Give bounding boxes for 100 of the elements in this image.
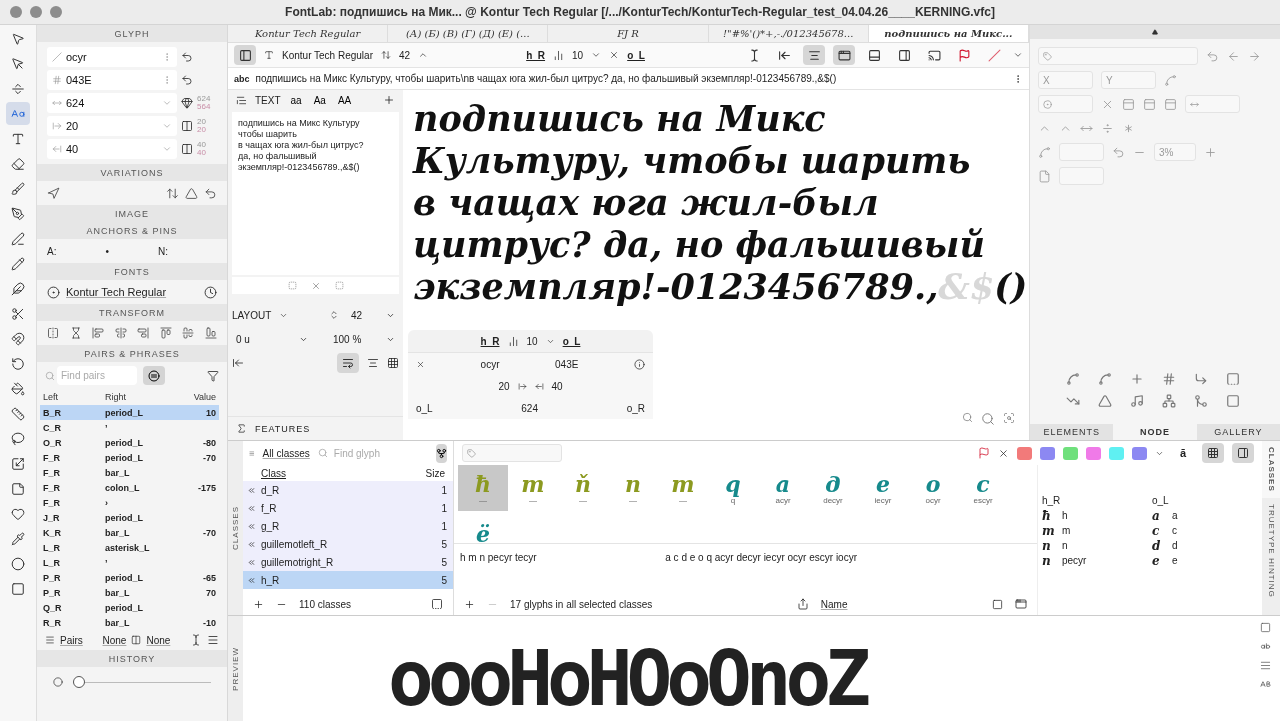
panel-tab[interactable]: ELEMENTS (1030, 424, 1114, 440)
sample-text-line: Культуру, чтобы шарить (413, 140, 972, 182)
section-header: ANCHORS & PINS (37, 222, 227, 239)
x-field[interactable]: X (1038, 71, 1093, 89)
pair-row[interactable]: n pecyr e e (1038, 553, 1262, 568)
tracking-field[interactable]: 0 u (232, 333, 312, 345)
right-class[interactable]: o_L (562, 335, 581, 347)
glyph-cell[interactable]: q q (708, 465, 758, 511)
size-field[interactable]: 42 (347, 309, 399, 321)
pair-row[interactable]: Q_R period_L (40, 600, 219, 615)
font-size[interactable]: 42 (399, 49, 411, 61)
accent-glyph[interactable]: ā (1179, 447, 1186, 459)
right-class[interactable]: o_L (627, 49, 645, 61)
right-filter[interactable]: None (146, 634, 171, 646)
pair-row[interactable]: B_R period_L 10 (40, 405, 219, 420)
y-field[interactable]: Y (1101, 71, 1156, 89)
table-cell-text: ’ (105, 422, 109, 433)
glyph-field[interactable]: 40 (47, 139, 177, 159)
class-row[interactable]: d_R 1 (243, 481, 453, 499)
document-tab[interactable]: подпишись на Микс... (868, 25, 1029, 42)
glyph-cell[interactable]: ħ — (458, 465, 508, 511)
pair-row[interactable]: F_R › (40, 495, 219, 510)
mode-selector[interactable]: Pairs (60, 634, 83, 646)
left-filter[interactable]: None (102, 634, 127, 646)
glyph-field[interactable]: 043E (47, 70, 177, 90)
section-header: TRANSFORM (37, 304, 227, 321)
pair-row[interactable]: P_R period_L -65 (40, 570, 219, 585)
side-tab[interactable]: CLASSES (1262, 441, 1280, 498)
class-filter[interactable]: All classes (262, 447, 310, 459)
column-header[interactable]: Value (176, 392, 216, 402)
class-size: 1 (440, 484, 447, 496)
panel-label: CLASSES (231, 506, 240, 550)
table-cell-text: F_R (43, 497, 61, 508)
column-header[interactable]: Class (261, 467, 405, 479)
left-class[interactable]: h_R (526, 49, 546, 61)
pair-row[interactable]: L_R ’ (40, 555, 219, 570)
class-row[interactable]: h_R 5 (243, 571, 453, 589)
glyph-cell[interactable]: m — (508, 465, 558, 511)
pair-row[interactable]: F_R bar_L (40, 465, 219, 480)
table-cell-text: P_R (43, 587, 62, 598)
section-header: PAIRS & PHRASES (37, 345, 227, 362)
kern-value[interactable]: 10 (572, 49, 584, 61)
table-cell-text: F_R (43, 482, 61, 493)
pair-row[interactable]: L_R asterisk_L (40, 540, 219, 555)
table-cell-text: period_L (105, 512, 144, 523)
class-size: 5 (440, 556, 447, 568)
metric-value: 20 (197, 118, 206, 126)
sort-selector[interactable]: Name (820, 598, 848, 610)
search-field[interactable]: Find pairs (57, 366, 137, 385)
column-header[interactable]: Left (43, 392, 105, 402)
glyph-cell[interactable]: е iecyr (858, 465, 908, 511)
case-button[interactable]: aa (288, 94, 304, 106)
pair-row[interactable]: n n d d (1038, 538, 1262, 553)
pair-row[interactable]: C_R ’ (40, 420, 219, 435)
glyph-cell[interactable]: о ocyr (908, 465, 958, 511)
glyph-cell[interactable]: с escyr (958, 465, 1008, 511)
panel-tab[interactable]: GALLERY (1196, 424, 1280, 440)
glyph-field[interactable]: 624 (47, 93, 177, 113)
pair-row[interactable]: J_R period_L (40, 510, 219, 525)
layout-menu[interactable]: LAYOUT (232, 309, 272, 321)
kern-value[interactable]: 10 (526, 335, 538, 347)
case-button[interactable]: Aa (311, 94, 328, 106)
pair-row[interactable]: ħ h a a (1038, 508, 1262, 523)
font-name[interactable]: Kontur Tech Regular (282, 49, 373, 61)
pair-row[interactable]: R_R bar_L -10 (40, 615, 219, 630)
glyph-cell[interactable]: ň — (558, 465, 608, 511)
pair-row[interactable]: O_R period_L -80 (40, 435, 219, 450)
class-size: 1 (440, 520, 447, 532)
class-row[interactable]: guillemotright_R 5 (243, 553, 453, 571)
glyph-cell[interactable]: n — (608, 465, 658, 511)
table-cell-text: ’ (105, 557, 109, 568)
glyph-name: ocyr (480, 358, 500, 370)
case-button[interactable]: AA (335, 94, 354, 106)
preview-text: oooHoHOoOnoZ (387, 633, 867, 721)
text-string[interactable]: подпишись на Микс Культуру, чтобы шарить\nв чащах юга жил-был цитрус? да, но фальшивый экземпляр!-0123456789.,&$() (255, 73, 1007, 84)
column-header[interactable]: Size (405, 467, 445, 479)
glyph-cell[interactable]: а acyr (758, 465, 808, 511)
font-name[interactable]: Kontur Tech Regular (66, 286, 198, 298)
pair-row[interactable]: P_R bar_L 70 (40, 585, 219, 600)
class-row[interactable]: f_R 1 (243, 499, 453, 517)
panel-title: TEXT (255, 94, 281, 106)
pair-row[interactable]: F_R period_L -70 (40, 450, 219, 465)
scale-field[interactable]: 100 % (329, 333, 399, 345)
glyph-field[interactable]: 20 (47, 116, 177, 136)
class-row[interactable]: guillemotleft_R 5 (243, 535, 453, 553)
class-name: g_R (261, 520, 281, 532)
pair-row[interactable]: m m c c (1038, 523, 1262, 538)
anchor-dot: • (105, 245, 109, 257)
glyph-cell[interactable]: д decyr (808, 465, 858, 511)
pair-row[interactable]: F_R colon_L -175 (40, 480, 219, 495)
glyph-cell[interactable]: m — (658, 465, 708, 511)
section-header: IMAGE (37, 205, 227, 222)
glyph-field[interactable]: ocyr (47, 47, 177, 67)
class-row[interactable]: g_R 1 (243, 517, 453, 535)
pair-row[interactable]: K_R bar_L -70 (40, 525, 219, 540)
right-margin: 40 (551, 380, 563, 392)
table-cell-text: F_R (43, 467, 61, 478)
left-class[interactable]: h_R (480, 335, 500, 347)
text-input[interactable]: подпишись на Микс Культуру чтобы шарить в чащах юга жил-был цитрус? да, но фальшивый экземпляр!-0123456789.,&$() (232, 112, 399, 275)
column-header[interactable]: Right (105, 392, 176, 402)
